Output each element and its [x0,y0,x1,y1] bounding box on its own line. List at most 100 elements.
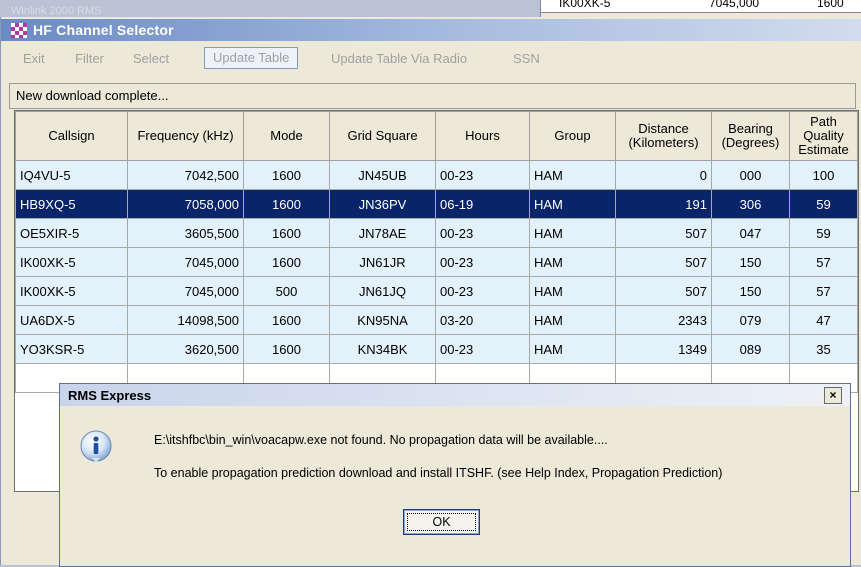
cell-hours: 00-23 [435,160,530,190]
cell-path-quality: 57 [789,247,858,277]
cell-callsign: IK00XK-5 [15,276,128,306]
column-header-callsign[interactable]: Callsign [15,111,128,161]
cell-bearing: 079 [711,305,790,335]
cell-bearing: 047 [711,218,790,248]
faded-background-title: Winlink 2000 RMS [11,5,102,17]
cell-group: HAM [529,218,616,248]
menu-filter[interactable]: Filter [75,51,104,66]
cell-group: HAM [529,189,616,219]
cell-mode: 1600 [243,247,330,277]
cell-frequency: 7045,000 [127,276,244,306]
info-icon [80,430,112,462]
cell-bearing: 306 [711,189,790,219]
ok-button[interactable]: OK [403,509,480,535]
cell-hours: 06-19 [435,189,530,219]
cell-bearing: 089 [711,334,790,364]
cell-frequency: 7045,000 [127,247,244,277]
window-titlebar[interactable]: Winlink 2000 RMS HF Channel Selector [1,5,861,41]
column-header-distance[interactable]: Distance (Kilometers) [615,111,712,161]
cell-grid-square: JN45UB [329,160,436,190]
table-row[interactable]: YO3KSR-5 3620,500 1600 KN34BK 00-23 HAM 1349 08… [15,334,858,364]
table-row[interactable]: IK00XK-5 7045,000 1600 JN61JR 00-23 HAM 507 150… [15,247,858,277]
focus-outline [407,513,476,531]
cell-hours: 00-23 [435,334,530,364]
cell-callsign: IK00XK-5 [15,247,128,277]
cell-mode: 1600 [243,334,330,364]
column-header-frequency[interactable]: Frequency (kHz) [127,111,244,161]
menu-bar: Exit Filter Select Update Table Update T… [1,43,861,75]
dialog-message-line2: To enable propagation prediction downloa… [154,466,723,480]
menu-select[interactable]: Select [133,51,169,66]
dialog-titlebar[interactable]: RMS Express × [60,384,850,406]
cell-grid-square: KN34BK [329,334,436,364]
cell-bearing: 150 [711,276,790,306]
cell-group: HAM [529,276,616,306]
menu-ssn[interactable]: SSN [513,51,540,66]
cell-distance: 191 [615,189,712,219]
cell-grid-square: JN61JR [329,247,436,277]
cell-grid-square: KN95NA [329,305,436,335]
close-icon[interactable]: × [824,387,842,404]
cell-hours: 00-23 [435,247,530,277]
cell-bearing: 000 [711,160,790,190]
status-bar: New download complete... [9,83,856,109]
table-row[interactable]: HB9XQ-5 7058,000 1600 JN36PV 06-19 HAM 191 306 5… [15,189,858,219]
app-grid-icon [11,23,27,38]
cell-grid-square: JN36PV [329,189,436,219]
cell-distance: 2343 [615,305,712,335]
cell-distance: 1349 [615,334,712,364]
cell-distance: 507 [615,218,712,248]
cell-path-quality: 59 [789,218,858,248]
column-header-bearing[interactable]: Bearing (Degrees) [711,111,790,161]
cell-grid-square: JN61JQ [329,276,436,306]
cell-frequency: 7042,500 [127,160,244,190]
cell-frequency: 3605,500 [127,218,244,248]
cell-group: HAM [529,334,616,364]
cell-mode: 500 [243,276,330,306]
table-row[interactable]: UA6DX-5 14098,500 1600 KN95NA 03-20 HAM 2343 07… [15,305,858,335]
cell-path-quality: 59 [789,189,858,219]
cell-mode: 1600 [243,218,330,248]
background-cell-frequency: 7045,000 [709,0,760,10]
background-cell-mode: 1600 [817,0,844,10]
column-header-path-quality[interactable]: Path Quality Estimate [789,111,858,161]
status-text: New download complete... [16,88,169,103]
rms-express-dialog: RMS Express × E:\itshfbc\bin_win\voacapw… [59,383,851,567]
cell-grid-square: JN78AE [329,218,436,248]
dialog-title: RMS Express [68,388,152,403]
column-header-mode[interactable]: Mode [243,111,330,161]
cell-hours: 00-23 [435,276,530,306]
cell-mode: 1600 [243,189,330,219]
table-row[interactable]: IK00XK-5 7045,000 500 JN61JQ 00-23 HAM 507 150 5… [15,276,858,306]
cell-group: HAM [529,160,616,190]
background-cell-callsign: IK00XK-5 [559,0,611,10]
channel-grid: Callsign Frequency (kHz) Mode Grid Squar… [15,111,858,393]
cell-path-quality: 57 [789,276,858,306]
menu-exit[interactable]: Exit [23,51,45,66]
cell-group: HAM [529,305,616,335]
column-header-grid-square[interactable]: Grid Square [329,111,436,161]
cell-hours: 00-23 [435,218,530,248]
column-header-hours[interactable]: Hours [435,111,530,161]
column-header-group[interactable]: Group [529,111,616,161]
cell-frequency: 3620,500 [127,334,244,364]
dialog-message-line1: E:\itshfbc\bin_win\voacapw.exe not found… [154,433,608,447]
cell-callsign: UA6DX-5 [15,305,128,335]
background-table-row: IK00XK-5 7045,000 1600 [541,0,861,13]
cell-distance: 507 [615,276,712,306]
table-row[interactable]: OE5XIR-5 3605,500 1600 JN78AE 00-23 HAM 507 047… [15,218,858,248]
cell-path-quality: 100 [789,160,858,190]
cell-frequency: 7058,000 [127,189,244,219]
cell-callsign: OE5XIR-5 [15,218,128,248]
cell-frequency: 14098,500 [127,305,244,335]
cell-path-quality: 47 [789,305,858,335]
cell-bearing: 150 [711,247,790,277]
cell-distance: 507 [615,247,712,277]
menu-update-table[interactable]: Update Table [204,47,299,69]
table-row[interactable]: IQ4VU-5 7042,500 1600 JN45UB 00-23 HAM 0 000 100 [15,160,858,190]
menu-update-table-via-radio[interactable]: Update Table Via Radio [331,51,467,66]
cell-distance: 0 [615,160,712,190]
window-title: HF Channel Selector [33,22,174,38]
cell-callsign: HB9XQ-5 [15,189,128,219]
cell-hours: 03-20 [435,305,530,335]
